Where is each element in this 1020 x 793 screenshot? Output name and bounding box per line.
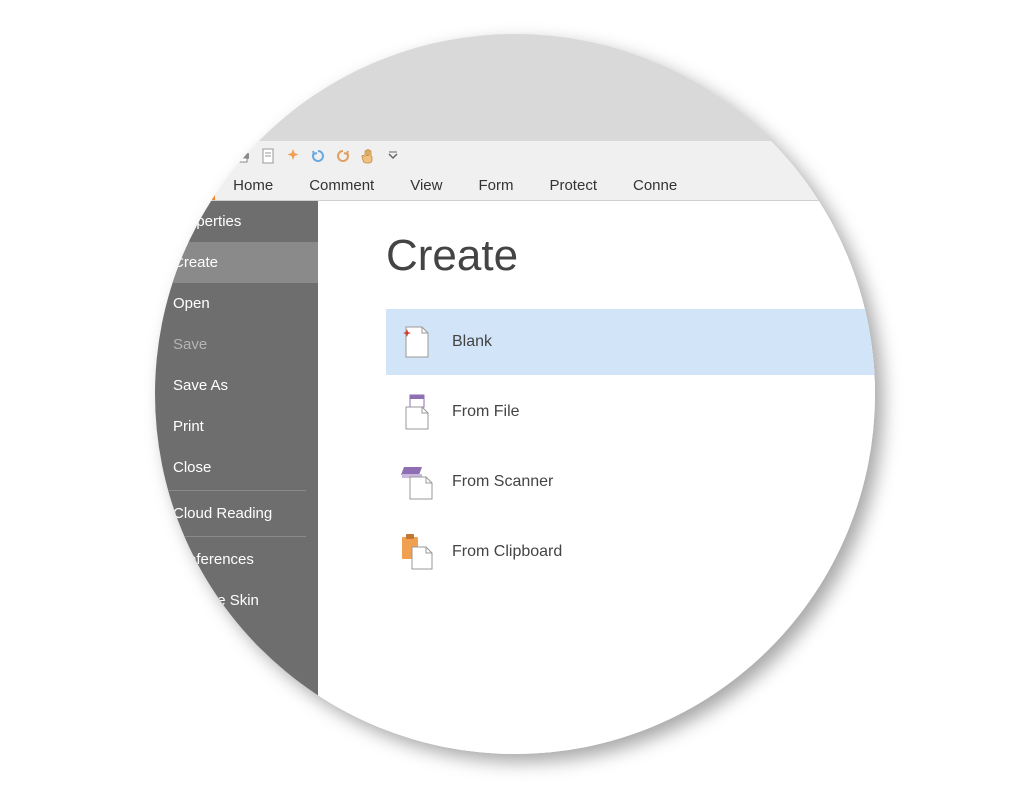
- tab-connect[interactable]: Conne: [615, 171, 695, 200]
- sidebar-item-open[interactable]: Open: [155, 283, 318, 324]
- hand-tool-icon[interactable]: [357, 145, 379, 167]
- create-option-from-clipboard[interactable]: From Clipboard: [386, 519, 875, 585]
- app-logo-icon: G: [157, 145, 179, 167]
- option-label: From Clipboard: [452, 543, 562, 561]
- sidebar-divider: [167, 536, 306, 537]
- blank-page-icon: [400, 323, 434, 361]
- menubar: File Home Comment View Form Protect Conn…: [155, 171, 875, 201]
- create-option-from-scanner[interactable]: From Scanner: [386, 449, 875, 515]
- sidebar-item-create[interactable]: Create: [155, 242, 318, 283]
- sidebar-item-cloud-reading[interactable]: Cloud Reading: [155, 493, 318, 534]
- create-option-blank[interactable]: Blank: [386, 309, 875, 375]
- quick-access-toolbar: G: [155, 141, 875, 171]
- save-icon[interactable]: [207, 145, 229, 167]
- tab-home[interactable]: Home: [215, 171, 291, 200]
- sidebar-item-properties[interactable]: Properties: [155, 201, 318, 242]
- sidebar-divider: [167, 490, 306, 491]
- sidebar-item-print[interactable]: Print: [155, 406, 318, 447]
- print-icon[interactable]: [232, 145, 254, 167]
- from-scanner-icon: [400, 463, 434, 501]
- tab-protect[interactable]: Protect: [531, 171, 615, 200]
- from-clipboard-icon: [400, 533, 434, 571]
- panel-title: Create: [386, 231, 875, 281]
- tab-form[interactable]: Form: [460, 171, 531, 200]
- sidebar-item-change-skin[interactable]: Change Skin: [155, 580, 318, 621]
- file-sidebar: Properties Create Open Save Save As Prin…: [155, 201, 318, 754]
- tab-comment[interactable]: Comment: [291, 171, 392, 200]
- open-file-icon[interactable]: [182, 145, 204, 167]
- create-option-from-file[interactable]: From File: [386, 379, 875, 445]
- page-icon[interactable]: [257, 145, 279, 167]
- tab-file[interactable]: File: [155, 171, 215, 200]
- undo-icon[interactable]: [307, 145, 329, 167]
- option-label: From Scanner: [452, 473, 553, 491]
- option-label: From File: [452, 403, 520, 421]
- from-file-icon: [400, 393, 434, 431]
- new-spark-icon[interactable]: [282, 145, 304, 167]
- option-label: Blank: [452, 333, 492, 351]
- sidebar-item-preferences[interactable]: Preferences: [155, 539, 318, 580]
- sidebar-item-save: Save: [155, 324, 318, 365]
- dropdown-chevron-icon[interactable]: [382, 145, 404, 167]
- sidebar-item-save-as[interactable]: Save As: [155, 365, 318, 406]
- sidebar-item-close[interactable]: Close: [155, 447, 318, 488]
- create-panel: Create Blank: [318, 201, 875, 754]
- redo-icon[interactable]: [332, 145, 354, 167]
- tab-view[interactable]: View: [392, 171, 460, 200]
